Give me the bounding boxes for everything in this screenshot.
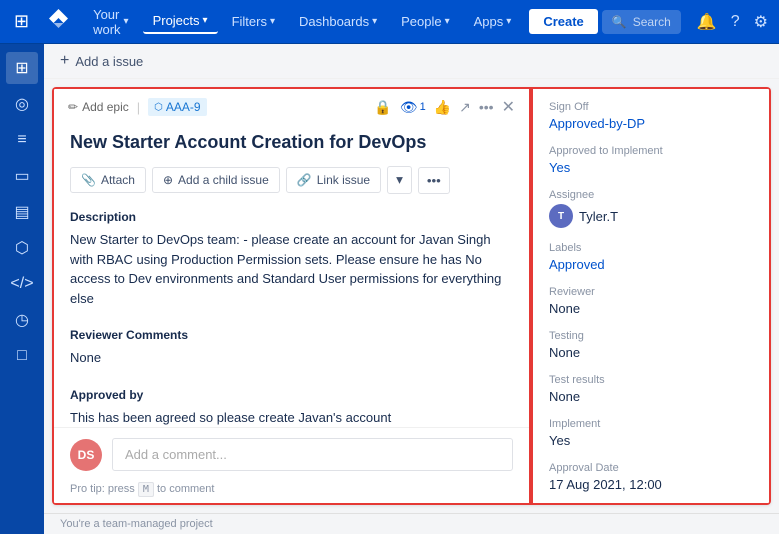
paperclip-icon: 📎	[81, 173, 96, 187]
sidebar-components-icon[interactable]: ⬡	[6, 232, 38, 264]
eye-icon[interactable]: 👁 1	[400, 99, 426, 116]
more-actions-dropdown[interactable]: ▾	[387, 166, 412, 194]
approved-by-title: Approved by	[70, 388, 513, 402]
create-button[interactable]: Create	[529, 9, 597, 34]
issue-body: Description New Starter to DevOps team: …	[54, 202, 529, 427]
thumbsup-icon[interactable]: 👍	[434, 99, 451, 116]
approved-by-section: Approved by This has been agreed so plea…	[70, 388, 513, 427]
pencil-icon: ✏	[68, 100, 78, 114]
lock-icon[interactable]: 🔒	[374, 99, 391, 116]
assignee-label: Assignee	[549, 189, 753, 201]
testing-value: None	[549, 345, 753, 360]
implement-label: Implement	[549, 418, 753, 430]
testing-label: Testing	[549, 330, 753, 342]
add-issue-label: Add a issue	[75, 54, 143, 69]
content-area: + Add a issue ✏ Add epic |	[44, 44, 779, 534]
approved-to-implement-label: Approved to Implement	[549, 145, 753, 157]
test-results-value: None	[549, 389, 753, 404]
comment-input[interactable]: Add a comment...	[112, 438, 513, 471]
approval-date-value: 17 Aug 2021, 12:00	[549, 477, 753, 492]
issue-details-sidebar: Sign Off Approved-by-DP Approved to Impl…	[531, 87, 771, 505]
pro-tip: Pro tip: press M to comment	[54, 481, 529, 503]
comment-row: DS Add a comment...	[54, 427, 529, 481]
dashboards-menu[interactable]: Dashboards▾	[289, 10, 387, 33]
settings-icon[interactable]: ⚙	[750, 8, 772, 36]
issue-title-section: New Starter Account Creation for DevOps	[54, 123, 529, 162]
issue-id: ⬡ AAA-9	[148, 98, 206, 116]
testing-field: Testing None	[549, 330, 753, 360]
people-menu[interactable]: People▾	[391, 10, 460, 33]
m-key: M	[138, 482, 154, 497]
sidebar-pages-icon[interactable]: □	[6, 340, 38, 372]
approved-by-text: This has been agreed so please create Ja…	[70, 408, 513, 427]
assignee-value: Tyler.T	[579, 209, 618, 224]
issue-title: New Starter Account Creation for DevOps	[70, 131, 513, 154]
user-avatar: DS	[70, 439, 102, 471]
reviewer-field: Reviewer None	[549, 286, 753, 316]
sign-off-field: Sign Off Approved-by-DP	[549, 101, 753, 131]
assignee-avatar: T	[549, 204, 573, 228]
help-icon[interactable]: ?	[727, 9, 744, 35]
sign-off-label: Sign Off	[549, 101, 753, 113]
main-layout: ⊞ ◎ ≡ ▭ ▤ ⬡ </> ◷ □ + Add a issue	[0, 44, 779, 534]
search-bar[interactable]: 🔍 Search	[602, 10, 681, 34]
reviewer-comments-section: Reviewer Comments None	[70, 328, 513, 368]
apps-menu[interactable]: Apps▾	[464, 10, 522, 33]
reviewer-comments-text: None	[70, 348, 513, 368]
child-icon: ⊕	[163, 173, 173, 187]
sidebar-backlog-icon[interactable]: ≡	[6, 124, 38, 156]
issue-main: ✏ Add epic | ⬡ AAA-9 🔒 👁 1 👍 ↗	[52, 87, 531, 505]
grid-icon[interactable]: ⊞	[8, 5, 35, 38]
your-work-menu[interactable]: Your work▾	[83, 3, 138, 41]
labels-value[interactable]: Approved	[549, 257, 753, 272]
sidebar-code-icon[interactable]: </>	[6, 268, 38, 300]
top-navigation: ⊞ Your work▾ Projects▾ Filters▾ Dashboar…	[0, 0, 779, 44]
add-child-button[interactable]: ⊕ Add a child issue	[152, 167, 280, 193]
sidebar-reports-icon[interactable]: ▤	[6, 196, 38, 228]
notifications-icon[interactable]: 🔔	[693, 8, 721, 36]
share-icon[interactable]: ↗	[459, 99, 471, 116]
projects-menu[interactable]: Projects▾	[143, 9, 218, 34]
labels-label: Labels	[549, 242, 753, 254]
attach-button[interactable]: 📎 Attach	[70, 167, 146, 193]
description-section: Description New Starter to DevOps team: …	[70, 210, 513, 308]
plus-icon: +	[60, 52, 69, 70]
reviewer-label: Reviewer	[549, 286, 753, 298]
left-sidebar: ⊞ ◎ ≡ ▭ ▤ ⬡ </> ◷ □	[0, 44, 44, 534]
issue-actions: 📎 Attach ⊕ Add a child issue 🔗 Link issu…	[54, 162, 529, 202]
approval-date-label: Approval Date	[549, 462, 753, 474]
sidebar-board-icon[interactable]: ◎	[6, 88, 38, 120]
nav-actions: 🔔 ? ⚙	[693, 8, 772, 36]
more-icon[interactable]: •••	[479, 99, 494, 115]
add-issue-bar[interactable]: + Add a issue	[44, 44, 779, 79]
sidebar-time-icon[interactable]: ◷	[6, 304, 38, 336]
close-icon[interactable]: ✕	[502, 97, 515, 117]
assignee-field: Assignee T Tyler.T	[549, 189, 753, 228]
approval-date-field: Approval Date 17 Aug 2021, 12:00	[549, 462, 753, 492]
sidebar-home-icon[interactable]: ⊞	[6, 52, 38, 84]
description-text: New Starter to DevOps team: - please cre…	[70, 230, 513, 308]
sidebar-roadmap-icon[interactable]: ▭	[6, 160, 38, 192]
add-epic-button[interactable]: ✏ Add epic	[68, 100, 129, 114]
implement-value: Yes	[549, 433, 753, 448]
footer-bar: You're a team-managed project	[44, 513, 779, 534]
assignee-row: T Tyler.T	[549, 204, 753, 228]
issue-panel: ✏ Add epic | ⬡ AAA-9 🔒 👁 1 👍 ↗	[52, 87, 771, 505]
sign-off-value[interactable]: Approved-by-DP	[549, 116, 753, 131]
link-issue-button[interactable]: 🔗 Link issue	[286, 167, 381, 193]
description-title: Description	[70, 210, 513, 224]
approved-to-implement-field: Approved to Implement Yes	[549, 145, 753, 175]
reviewer-comments-title: Reviewer Comments	[70, 328, 513, 342]
test-results-label: Test results	[549, 374, 753, 386]
more-options-button[interactable]: •••	[418, 167, 450, 194]
jira-logo	[39, 3, 79, 41]
test-results-field: Test results None	[549, 374, 753, 404]
link-icon: 🔗	[297, 173, 312, 187]
reviewer-value: None	[549, 301, 753, 316]
approved-to-implement-value[interactable]: Yes	[549, 160, 753, 175]
implement-field: Implement Yes	[549, 418, 753, 448]
labels-field: Labels Approved	[549, 242, 753, 272]
filters-menu[interactable]: Filters▾	[222, 10, 285, 33]
